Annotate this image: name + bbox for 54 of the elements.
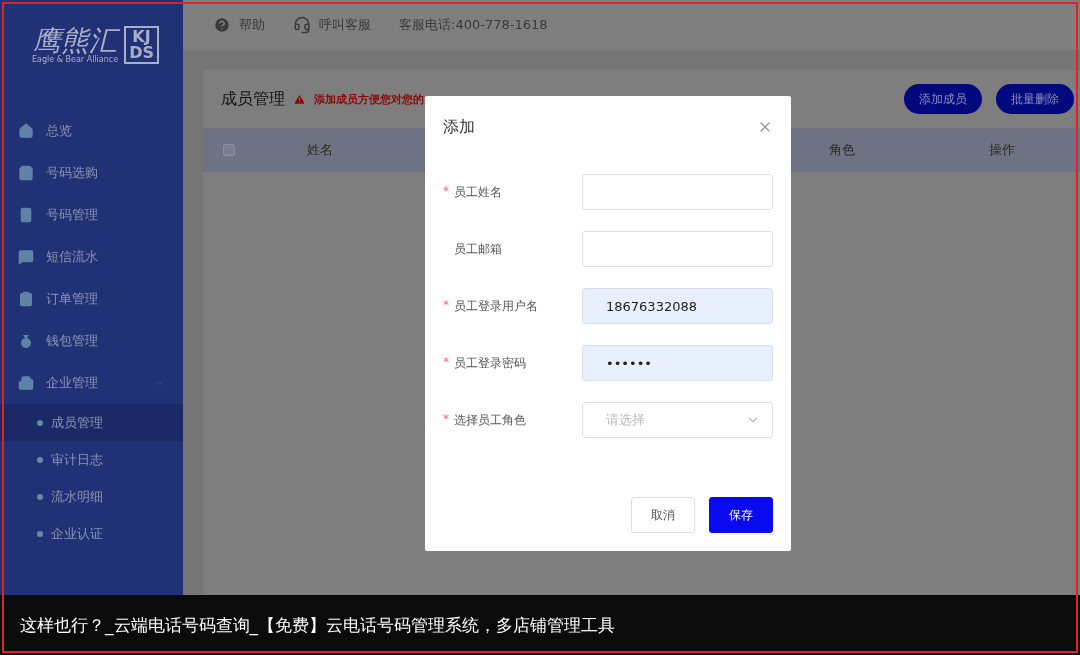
help-icon — [213, 16, 231, 34]
bullet-icon — [37, 493, 43, 500]
field-label: * 员工姓名 — [443, 183, 503, 201]
service-phone: 客服电话:400-778-1618 — [399, 16, 548, 34]
warning-icon — [293, 92, 306, 106]
required-mark: * — [443, 183, 450, 200]
bullet-icon — [37, 456, 43, 463]
message-icon — [18, 249, 34, 265]
input-field[interactable]: 18676332088 — [582, 288, 773, 324]
sidebar-item[interactable]: 短信流水 — [0, 236, 183, 278]
column-header: 操作 — [988, 141, 1016, 159]
submenu-item[interactable]: 成员管理 — [0, 404, 183, 441]
logo-name: 鹰熊汇 — [33, 26, 118, 55]
action-button[interactable]: 批量删除 — [996, 84, 1074, 114]
required-mark: * — [443, 411, 450, 428]
submenu-item[interactable]: 流水明细 — [0, 478, 183, 515]
bullet-icon — [37, 530, 43, 537]
notice-text: 添加成员方便您对您的 — [314, 91, 424, 107]
sidebar-item[interactable]: 号码选购 — [0, 152, 183, 194]
required-mark: * — [443, 297, 450, 314]
page-title: 成员管理 — [221, 88, 285, 110]
submenu-item[interactable]: 企业认证 — [0, 515, 183, 552]
column-header: 角色 — [828, 141, 856, 159]
headset-icon — [293, 16, 311, 34]
column-header: 姓名 — [306, 141, 334, 159]
sidebar-item[interactable]: 钱包管理 — [0, 320, 183, 362]
field-label: 员工邮箱 — [453, 240, 503, 258]
field-label: * 员工登录用户名 — [443, 297, 539, 315]
service-link[interactable]: 呼叫客服 — [293, 16, 371, 34]
money-bag-icon — [18, 333, 34, 349]
phone-icon — [18, 207, 34, 223]
home-icon — [18, 123, 34, 139]
caption-text: 这样也行？_云端电话号码查询_【免费】云电话号码管理系统，多店铺管理工具 — [20, 613, 615, 637]
dialog-title: 添加 — [443, 116, 475, 138]
sidebar-item[interactable]: 企业管理 — [0, 362, 183, 404]
sidebar-item[interactable]: 总览 — [0, 110, 183, 152]
required-mark: * — [443, 354, 450, 371]
sidebar-item[interactable]: 号码管理 — [0, 194, 183, 236]
logo-tagline: Eagle & Bear Alliance — [32, 54, 119, 64]
logo-mark: KJ DS — [124, 26, 159, 64]
submenu-item[interactable]: 审计日志 — [0, 441, 183, 478]
input-field[interactable]: •••••• — [582, 345, 773, 381]
clipboard-icon — [18, 291, 34, 307]
checkbox[interactable] — [223, 144, 235, 156]
field-label: * 员工登录密码 — [443, 354, 527, 372]
sidebar-item[interactable]: 订单管理 — [0, 278, 183, 320]
bullet-icon — [37, 419, 43, 426]
input-field[interactable] — [582, 231, 773, 267]
help-link[interactable]: 帮助 — [213, 16, 265, 34]
field-label: * 选择员工角色 — [443, 411, 527, 429]
cancel-button[interactable]: 取消 — [631, 497, 695, 533]
input-field[interactable] — [582, 174, 773, 210]
save-button[interactable]: 保存 — [709, 497, 773, 533]
action-button[interactable]: 添加成员 — [904, 84, 982, 114]
